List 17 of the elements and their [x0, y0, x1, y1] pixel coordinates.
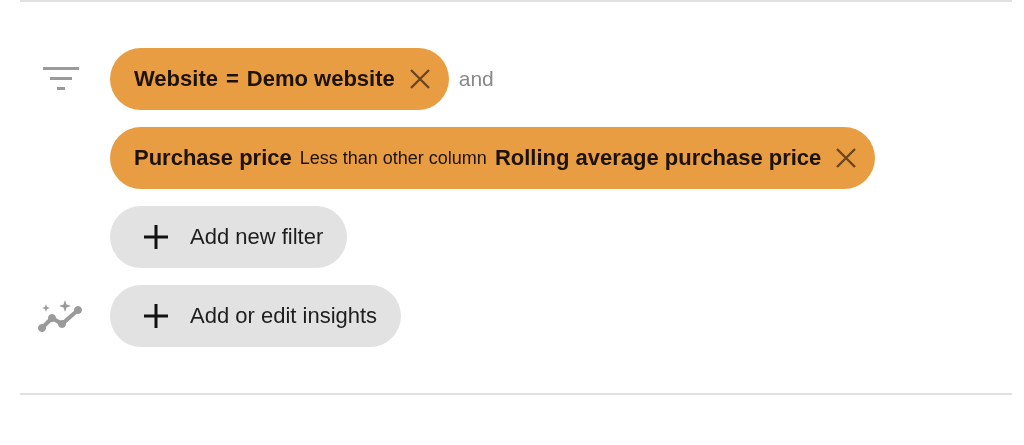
- plus-icon: [142, 223, 170, 251]
- sparkle-trend-icon: [38, 298, 84, 334]
- close-icon: [835, 147, 858, 169]
- filter-term: =: [225, 66, 239, 92]
- filter-operator: Less than other column: [299, 147, 487, 169]
- add-insights-button[interactable]: Add or edit insights: [110, 285, 402, 347]
- filter-term: Rolling average purchase price: [494, 145, 822, 171]
- filter-chip[interactable]: Website = Demo website: [110, 48, 449, 110]
- filter-term: Demo website: [246, 66, 395, 92]
- close-icon: [408, 68, 431, 90]
- add-filter-button[interactable]: Add new filter: [110, 206, 348, 268]
- and-connector: and: [457, 67, 494, 91]
- filter-term: Purchase price: [134, 145, 292, 171]
- filter-chip[interactable]: Purchase price Less than other column Rolling average purchase price: [110, 127, 876, 189]
- plus-icon: [142, 302, 170, 330]
- filter-icon: [43, 67, 79, 91]
- filter-term: Website: [134, 66, 218, 92]
